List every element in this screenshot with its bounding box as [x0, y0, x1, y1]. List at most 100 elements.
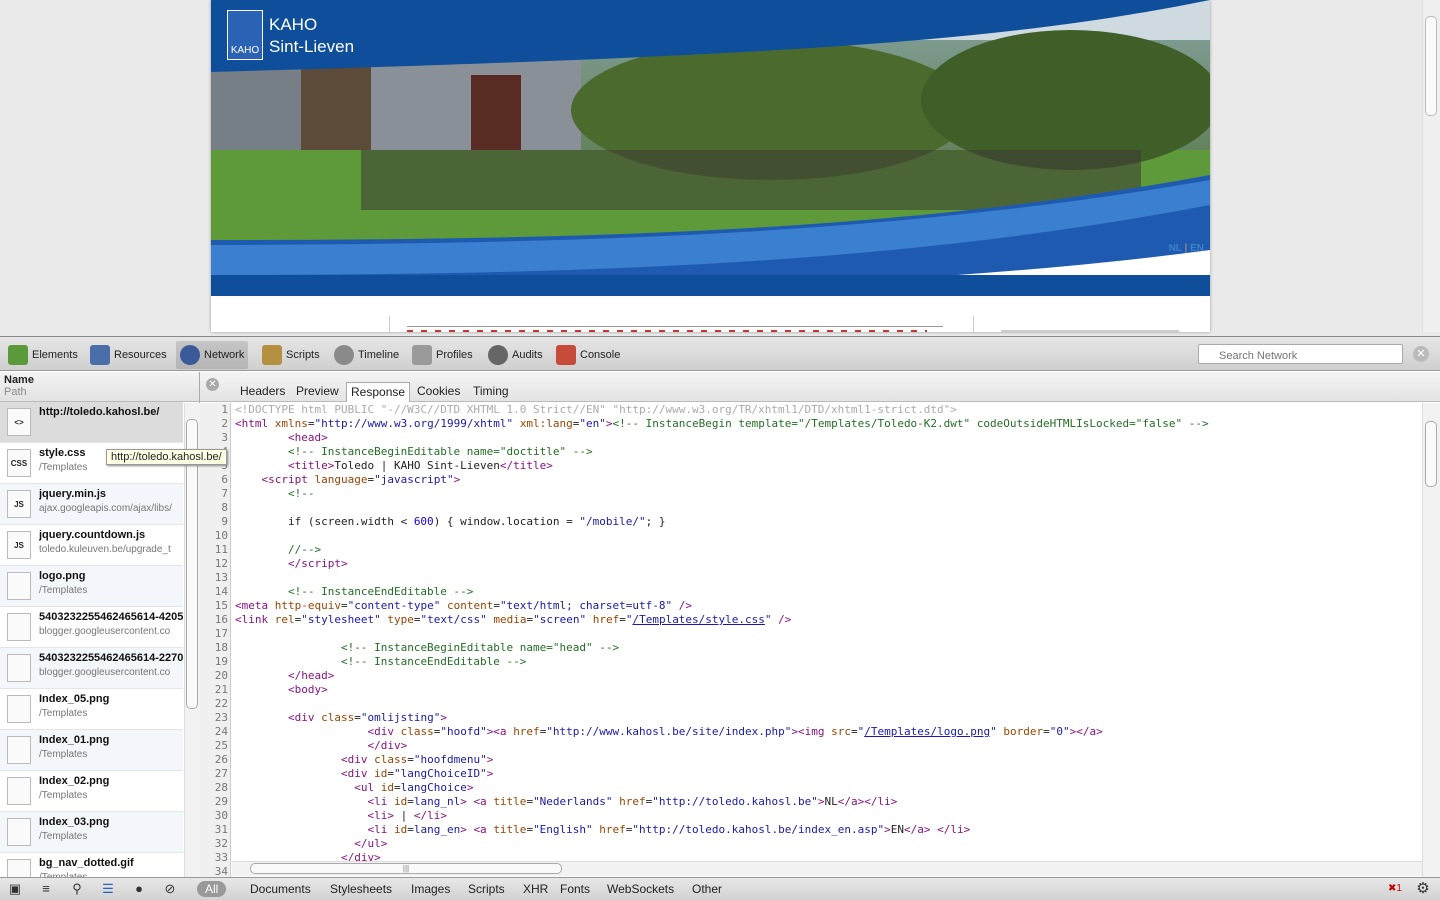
code-line: <html xmlns="http://www.w3.org/1999/xhtm…: [235, 417, 1209, 430]
request-path: blogger.googleusercontent.co: [39, 667, 171, 678]
line-number: 20: [214, 669, 228, 682]
line-number: 1: [221, 403, 228, 416]
tab-timing[interactable]: Timing: [469, 382, 513, 402]
request-rows: <> http://toledo.kahosl.be/CSS style.css/T…: [0, 402, 199, 879]
line-number: 27: [214, 767, 228, 780]
tab-preview[interactable]: Preview: [292, 382, 343, 402]
filter-stylesheets[interactable]: Stylesheets: [330, 881, 392, 897]
record-icon[interactable]: ●: [129, 880, 149, 898]
request-row[interactable]: 5403232255462465614-2270 blogger.googleus…: [0, 648, 183, 689]
code-line: <ul id=langChoice>: [354, 781, 474, 794]
request-row[interactable]: 5403232255462465614-4205 blogger.googleus…: [0, 607, 183, 648]
file-icon: [7, 654, 31, 682]
page-scrollbar-thumb[interactable]: [1425, 16, 1437, 116]
tab-elements[interactable]: Elements: [4, 341, 82, 369]
console-drawer-icon[interactable]: ≡: [36, 880, 56, 898]
code-line: </head>: [287, 669, 335, 682]
image-icon: [7, 695, 31, 723]
inspect-search-icon[interactable]: ⚲: [67, 880, 87, 898]
request-name: jquery.min.js: [39, 488, 107, 500]
tab-cookies[interactable]: Cookies: [413, 382, 464, 402]
tab-console[interactable]: Console: [552, 341, 624, 369]
large-rows-icon[interactable]: ☰: [98, 880, 118, 898]
request-row[interactable]: JS jquery.countdown.js toledo.kuleuven.be/…: [0, 525, 183, 566]
site-title-line2: Sint-Lieven: [269, 37, 355, 56]
request-name: jquery.countdown.js: [39, 529, 146, 541]
tab-profiles[interactable]: Profiles: [408, 341, 477, 369]
request-path: /Templates: [39, 749, 88, 760]
tab-resources[interactable]: Resources: [86, 341, 171, 369]
request-row[interactable]: <> http://toledo.kahosl.be/: [0, 402, 183, 443]
settings-gear-icon[interactable]: ⚙: [1413, 880, 1433, 898]
tab-timeline[interactable]: Timeline: [330, 341, 403, 369]
tab-response[interactable]: Response: [346, 382, 411, 402]
response-source-viewer[interactable]: 1 <!DOCTYPE html PUBLIC "-//W3C//DTD XHT…: [200, 403, 1422, 877]
kaho-logo[interactable]: KAHO: [227, 10, 263, 60]
console-icon: [556, 345, 576, 365]
line-number: 9: [221, 515, 228, 528]
code-line: <!-- InstanceBeginEditable name="head" -…: [340, 641, 620, 654]
filter-xhr[interactable]: XHR: [523, 881, 548, 897]
request-path: /Templates: [39, 831, 88, 842]
request-row[interactable]: Index_02.png/Templates: [0, 771, 183, 812]
code-line: <title>Toledo | KAHO Sint-Lieven</title>: [287, 459, 553, 472]
sidebar-box: [1001, 330, 1179, 332]
filter-documents[interactable]: Documents: [250, 881, 311, 897]
line-number: 8: [221, 501, 228, 514]
request-path: /Templates: [39, 585, 88, 596]
request-name: 5403232255462465614-2270: [39, 652, 183, 664]
request-list-header[interactable]: Name Path: [0, 372, 199, 402]
content-rule: [407, 326, 943, 327]
line-number: 13: [214, 571, 228, 584]
source-horizontal-scrollbar-thumb[interactable]: |||: [250, 863, 562, 874]
clear-icon[interactable]: ⊘: [160, 880, 180, 898]
line-number: 16: [214, 613, 228, 626]
scripts-icon: [262, 345, 282, 365]
countdown-text: [407, 330, 927, 332]
line-number: 28: [214, 781, 228, 794]
code-line: <!-- InstanceEndEditable -->: [340, 655, 527, 668]
lang-nl-link[interactable]: NL: [1169, 243, 1182, 254]
search-network-input[interactable]: [1198, 344, 1403, 364]
column-name: Name: [4, 374, 34, 386]
request-row[interactable]: Index_03.png/Templates: [0, 812, 183, 853]
filter-fonts[interactable]: Fonts: [560, 881, 590, 897]
browser-viewport: KAHO KAHO Sint-Lieven NL | EN: [0, 0, 1440, 336]
request-row[interactable]: JS jquery.min.js ajax.googleapis.com/ajax/…: [0, 484, 183, 525]
request-name: 5403232255462465614-4205: [39, 611, 183, 623]
request-row[interactable]: Index_01.png/Templates: [0, 730, 183, 771]
line-number: 10: [214, 529, 228, 542]
code-line: <body>: [287, 683, 328, 696]
request-row[interactable]: logo.png/Templates: [0, 566, 183, 607]
tab-scripts[interactable]: Scripts: [258, 341, 324, 369]
error-counter[interactable]: ✖1: [1388, 883, 1402, 894]
devtools-panel: Elements Resources Network Scripts Timel…: [0, 336, 1440, 900]
line-number: 32: [214, 837, 228, 850]
code-line: <div class="omlijsting">: [287, 711, 447, 724]
timeline-icon: [334, 345, 354, 365]
tab-audits[interactable]: Audits: [484, 341, 547, 369]
filter-all[interactable]: All: [197, 881, 227, 897]
filter-other[interactable]: Other: [692, 881, 722, 897]
code-line: <li id=lang_nl> <a title="Nederlands" hr…: [367, 795, 898, 808]
request-row[interactable]: bg_nav_dotted.gif/Templates: [0, 853, 183, 879]
filter-images[interactable]: Images: [411, 881, 450, 897]
request-row[interactable]: Index_05.png/Templates: [0, 689, 183, 730]
profiles-icon: [412, 345, 432, 365]
language-switch: NL | EN: [1169, 243, 1204, 254]
filter-websockets[interactable]: WebSockets: [607, 881, 674, 897]
tab-network[interactable]: Network: [176, 341, 249, 369]
close-devtools-icon[interactable]: ✕: [1413, 346, 1429, 362]
request-path: ajax.googleapis.com/ajax/libs/: [39, 503, 172, 514]
devtools-status-bar: ▣ ≡ ⚲ ☰ ● ⊘ All Documents Stylesheets Im…: [0, 877, 1440, 900]
line-number: 6: [221, 473, 228, 486]
filter-scripts[interactable]: Scripts: [468, 881, 505, 897]
image-icon: [7, 777, 31, 805]
file-icon: [7, 613, 31, 641]
dock-icon[interactable]: ▣: [5, 880, 25, 898]
close-detail-icon[interactable]: ✕: [206, 378, 219, 391]
lang-en-link[interactable]: EN: [1190, 243, 1204, 254]
source-vertical-scrollbar-thumb[interactable]: [1425, 421, 1437, 487]
elements-icon: [8, 345, 28, 365]
tab-headers[interactable]: Headers: [236, 382, 289, 402]
